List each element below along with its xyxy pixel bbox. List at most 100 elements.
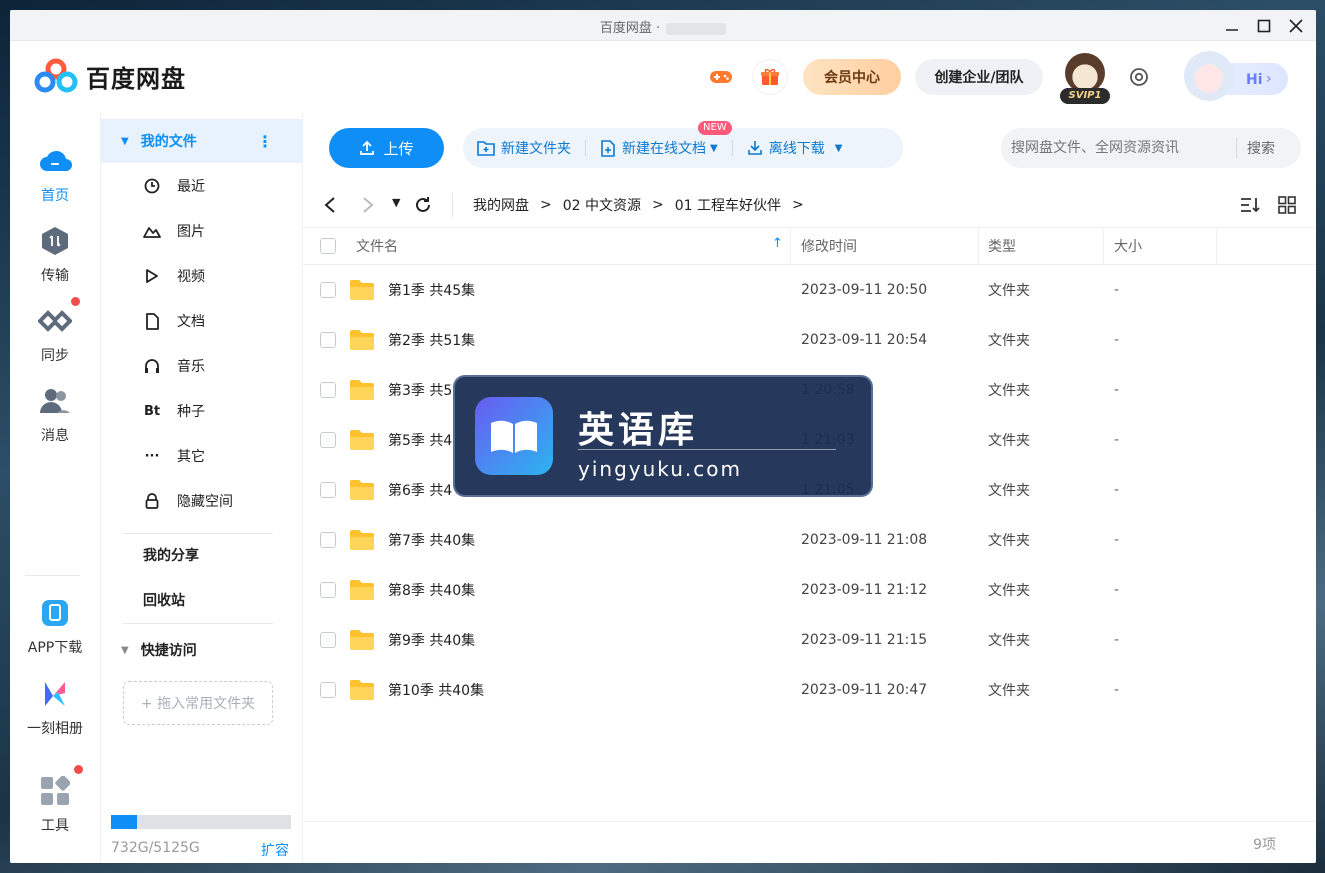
svip-badge: SVIP1 [1060, 88, 1110, 104]
tools-icon [35, 771, 75, 811]
game-button[interactable] [703, 59, 739, 95]
refresh-icon[interactable] [414, 196, 432, 214]
offline-download-label: 离线下载 [768, 141, 825, 157]
create-enterprise-button[interactable]: 创建企业/团队 [915, 59, 1043, 95]
nav-home[interactable]: 首页 [10, 141, 100, 205]
minimize-button[interactable] [1218, 13, 1246, 39]
expand-storage-link[interactable]: 扩容 [261, 840, 289, 860]
close-button[interactable] [1282, 13, 1310, 39]
nav-transfer[interactable]: 传输 [10, 221, 100, 285]
column-header-name[interactable]: 文件名 [356, 228, 398, 264]
offline-download-button[interactable]: 离线下载 ▼ [733, 138, 857, 158]
table-row[interactable]: 第7季 共40集 2023-09-11 21:08 文件夹 - [303, 515, 1316, 565]
maximize-button[interactable] [1250, 13, 1278, 39]
category-music[interactable]: 音乐 [101, 344, 301, 388]
sort-ascending-icon[interactable]: ↑ [772, 236, 783, 251]
more-options-icon[interactable]: ⋮ [257, 132, 273, 151]
row-checkbox[interactable] [320, 532, 336, 548]
breadcrumb-item[interactable]: 02 中文资源 [563, 195, 641, 215]
category-hidden-space-label: 隐藏空间 [177, 494, 233, 510]
table-row[interactable]: 第1季 共45集 2023-09-11 20:50 文件夹 - [303, 265, 1316, 315]
row-checkbox[interactable] [320, 482, 336, 498]
caret-down-icon: ▼ [121, 135, 129, 147]
category-videos-label: 视频 [177, 269, 205, 285]
file-name[interactable]: 第6季 共4 [388, 465, 452, 515]
new-online-doc-button[interactable]: 新建在线文档 ▼ NEW [586, 121, 732, 158]
message-icon [35, 381, 75, 421]
quick-access-header[interactable]: ▼ 快捷访问 [101, 628, 301, 672]
history-dropdown-icon[interactable]: ▼ [392, 196, 400, 209]
column-header-type[interactable]: 类型 [988, 228, 1016, 264]
nav-app-download[interactable]: APP下载 [10, 593, 100, 657]
forward-arrow-icon[interactable] [361, 196, 375, 214]
file-name[interactable]: 第8季 共40集 [388, 565, 475, 615]
table-row[interactable]: 第8季 共40集 2023-09-11 21:12 文件夹 - [303, 565, 1316, 615]
table-row[interactable]: 第2季 共51集 2023-09-11 20:54 文件夹 - [303, 315, 1316, 365]
my-files-header[interactable]: ▼ 我的文件 ⋮ [101, 119, 303, 163]
select-all-checkbox[interactable] [320, 238, 336, 254]
row-checkbox[interactable] [320, 582, 336, 598]
row-checkbox[interactable] [320, 382, 336, 398]
quick-access-drop-zone[interactable]: + 拖入常用文件夹 [123, 681, 273, 725]
grid-view-icon[interactable] [1278, 196, 1296, 214]
left-nav: 首页 传输 同步 消息 APP下载 一刻相册 工具 [10, 113, 100, 863]
table-header: 文件名 ↑ 修改时间 类型 大小 [303, 227, 1316, 265]
row-checkbox[interactable] [320, 332, 336, 348]
back-arrow-icon[interactable] [323, 196, 337, 214]
file-name[interactable]: 第5季 共4 [388, 415, 452, 465]
column-separator [1216, 228, 1217, 264]
category-other[interactable]: ··· 其它 [101, 434, 301, 478]
file-name[interactable]: 第3季 共5 [388, 365, 452, 415]
vip-center-button[interactable]: 会员中心 [803, 59, 901, 95]
category-documents[interactable]: 文档 [101, 299, 301, 343]
file-name[interactable]: 第1季 共45集 [388, 265, 475, 315]
file-name[interactable]: 第7季 共40集 [388, 515, 475, 565]
breadcrumb-item[interactable]: 01 工程车好伙伴 [675, 195, 781, 215]
chevron-down-icon: ▼ [834, 142, 843, 154]
nav-tools[interactable]: 工具 [10, 765, 100, 835]
sort-icon[interactable] [1240, 196, 1260, 214]
nav-messages[interactable]: 消息 [10, 381, 100, 445]
row-checkbox[interactable] [320, 632, 336, 648]
file-type: 文件夹 [988, 383, 1030, 399]
search-bar: 搜索 [1001, 128, 1301, 168]
item-count: 9项 [1253, 837, 1276, 853]
settings-button[interactable] [1121, 59, 1157, 95]
new-folder-label: 新建文件夹 [501, 141, 571, 157]
headphones-icon [143, 357, 161, 375]
category-images[interactable]: 图片 [101, 209, 301, 253]
file-name[interactable]: 第10季 共40集 [388, 665, 484, 715]
app-logo[interactable]: 百度网盘 [34, 58, 186, 94]
category-recent[interactable]: 最近 [101, 164, 301, 208]
recycle-bin-link[interactable]: 回收站 [101, 578, 301, 622]
column-header-size[interactable]: 大小 [1114, 228, 1142, 264]
row-checkbox[interactable] [320, 282, 336, 298]
column-header-modified[interactable]: 修改时间 [801, 228, 857, 264]
new-badge: NEW [698, 121, 732, 135]
nav-messages-label: 消息 [41, 428, 69, 444]
user-avatar[interactable]: SVIP1 [1060, 51, 1110, 107]
row-checkbox[interactable] [320, 432, 336, 448]
table-row[interactable]: 第10季 共40集 2023-09-11 20:47 文件夹 - [303, 665, 1316, 715]
gift-button[interactable] [752, 59, 788, 95]
table-row[interactable]: 第9季 共40集 2023-09-11 21:15 文件夹 - [303, 615, 1316, 665]
upload-button[interactable]: 上传 [329, 128, 444, 168]
nav-album[interactable]: 一刻相册 [10, 674, 100, 738]
category-videos[interactable]: 视频 [101, 254, 301, 298]
minimize-icon [1226, 29, 1238, 31]
my-share-link[interactable]: 我的分享 [101, 533, 301, 577]
new-folder-button[interactable]: 新建文件夹 [463, 138, 585, 158]
search-button[interactable]: 搜索 [1247, 138, 1275, 158]
breadcrumb-item[interactable]: 我的网盘 [473, 195, 529, 215]
gear-icon [1130, 68, 1148, 86]
category-hidden-space[interactable]: 隐藏空间 [101, 479, 301, 523]
folder-icon [349, 465, 375, 515]
search-input[interactable] [1011, 140, 1236, 156]
file-name[interactable]: 第9季 共40集 [388, 615, 475, 665]
file-name[interactable]: 第2季 共51集 [388, 315, 475, 365]
row-checkbox[interactable] [320, 682, 336, 698]
category-torrents[interactable]: Bt 种子 [101, 389, 301, 433]
nav-sync[interactable]: 同步 [10, 297, 100, 365]
hi-assistant-button[interactable]: Hi › [1180, 51, 1295, 105]
play-icon [143, 267, 161, 285]
